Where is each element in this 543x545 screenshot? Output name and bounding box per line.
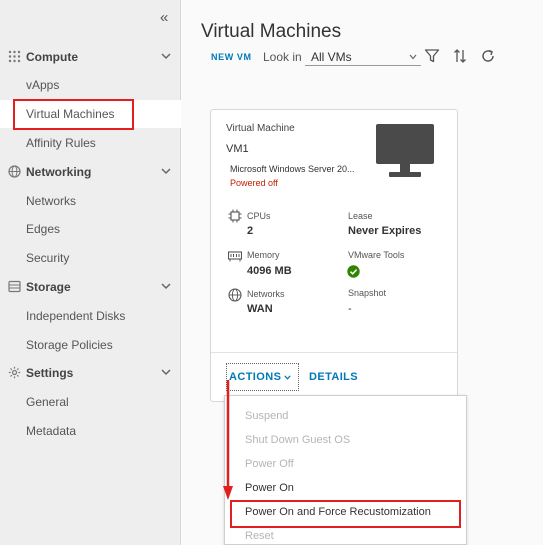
- memory-value: 4096 MB: [247, 265, 292, 277]
- look-in-select[interactable]: All VMs: [305, 48, 421, 66]
- sidebar-item-security[interactable]: Security: [0, 244, 181, 272]
- card-type-label: Virtual Machine: [226, 123, 295, 134]
- annotation-highlight-box: [13, 99, 134, 130]
- sidebar-item-label: Metadata: [26, 424, 77, 438]
- sidebar-item-general[interactable]: General: [0, 388, 181, 416]
- storage-icon: [8, 280, 21, 293]
- collapse-sidebar-icon[interactable]: «: [160, 9, 168, 26]
- cpus-label: CPUs: [247, 211, 271, 221]
- snapshot-label: Snapshot: [348, 288, 387, 298]
- lease-label: Lease: [348, 211, 373, 221]
- sidebar-item-label: General: [26, 395, 69, 409]
- sidebar: « Compute vApps Virtual Machines Affinit…: [0, 0, 181, 545]
- menu-item-suspend[interactable]: Suspend: [245, 410, 288, 422]
- sidebar-item-vapps[interactable]: vApps: [0, 71, 181, 99]
- monitor-icon: [376, 124, 434, 177]
- details-button[interactable]: DETAILS: [309, 371, 358, 383]
- sidebar-item-label: Networks: [26, 194, 77, 208]
- menu-item-shut-down-guest-os[interactable]: Shut Down Guest OS: [245, 434, 350, 446]
- new-vm-button[interactable]: NEW VM: [211, 52, 252, 62]
- page-title: Virtual Machines: [201, 21, 342, 42]
- chevron-down-icon: [284, 374, 291, 380]
- memory-icon: [228, 251, 242, 262]
- gear-icon: [8, 366, 21, 379]
- memory-label: Memory: [247, 250, 280, 260]
- lease-value: Never Expires: [348, 225, 422, 237]
- vmware-tools-label: VMware Tools: [348, 250, 405, 260]
- section-label: Compute: [26, 50, 78, 64]
- toolbar: NEW VM Look in All VMs: [201, 46, 541, 68]
- sidebar-item-label: Security: [26, 251, 70, 265]
- section-compute[interactable]: Compute: [0, 44, 181, 70]
- section-label: Networking: [26, 165, 92, 179]
- menu-item-power-on[interactable]: Power On: [245, 482, 294, 494]
- sidebar-item-label: Storage Policies: [26, 338, 113, 352]
- sort-icon[interactable]: [452, 48, 468, 64]
- chevron-down-icon[interactable]: [160, 50, 172, 62]
- actions-label: ACTIONS: [229, 371, 282, 383]
- networks-label: Networks: [247, 289, 285, 299]
- card-divider: [211, 352, 457, 353]
- vm-card[interactable]: Virtual Machine VM1 Microsoft Windows Se…: [210, 109, 458, 402]
- menu-item-power-off[interactable]: Power Off: [245, 458, 294, 470]
- menu-item-reset[interactable]: Reset: [245, 530, 274, 542]
- sidebar-item-label: Edges: [26, 222, 61, 236]
- globe-icon: [8, 165, 21, 178]
- sidebar-item-edges[interactable]: Edges: [0, 215, 181, 243]
- cpus-value: 2: [247, 225, 254, 237]
- sidebar-item-metadata[interactable]: Metadata: [0, 417, 181, 445]
- networks-value: WAN: [247, 303, 273, 315]
- sidebar-item-networks[interactable]: Networks: [0, 187, 181, 215]
- vm-os: Microsoft Windows Server 20...: [230, 164, 355, 174]
- chevron-down-icon: [409, 54, 417, 60]
- section-label: Settings: [26, 366, 74, 380]
- chevron-down-icon[interactable]: [160, 280, 172, 292]
- sidebar-item-independent-disks[interactable]: Independent Disks: [0, 302, 181, 330]
- filter-icon[interactable]: [424, 48, 440, 64]
- annotation-arrow-icon: [223, 380, 233, 500]
- sidebar-item-label: Affinity Rules: [26, 136, 96, 150]
- sidebar-item-label: Independent Disks: [26, 309, 126, 323]
- section-label: Storage: [26, 280, 71, 294]
- section-networking[interactable]: Networking: [0, 159, 181, 185]
- sidebar-item-affinity-rules[interactable]: Affinity Rules: [0, 129, 181, 157]
- sidebar-item-storage-policies[interactable]: Storage Policies: [0, 331, 181, 359]
- chevron-down-icon[interactable]: [160, 366, 172, 378]
- snapshot-value: -: [348, 303, 352, 315]
- vm-name: VM1: [226, 143, 249, 155]
- section-storage[interactable]: Storage: [0, 274, 181, 300]
- look-in-value: All VMs: [311, 50, 352, 64]
- grid-icon: [8, 50, 21, 63]
- look-in-label: Look in: [263, 50, 302, 64]
- annotation-highlight-box: [230, 500, 461, 528]
- section-settings[interactable]: Settings: [0, 360, 181, 386]
- network-icon: [228, 288, 242, 302]
- vm-status: Powered off: [230, 178, 278, 188]
- refresh-icon[interactable]: [480, 48, 496, 64]
- cpu-icon: [228, 209, 242, 223]
- sidebar-item-label: vApps: [26, 78, 60, 92]
- actions-button[interactable]: ACTIONS: [226, 363, 299, 391]
- check-circle-icon: [347, 265, 360, 278]
- chevron-down-icon[interactable]: [160, 165, 172, 177]
